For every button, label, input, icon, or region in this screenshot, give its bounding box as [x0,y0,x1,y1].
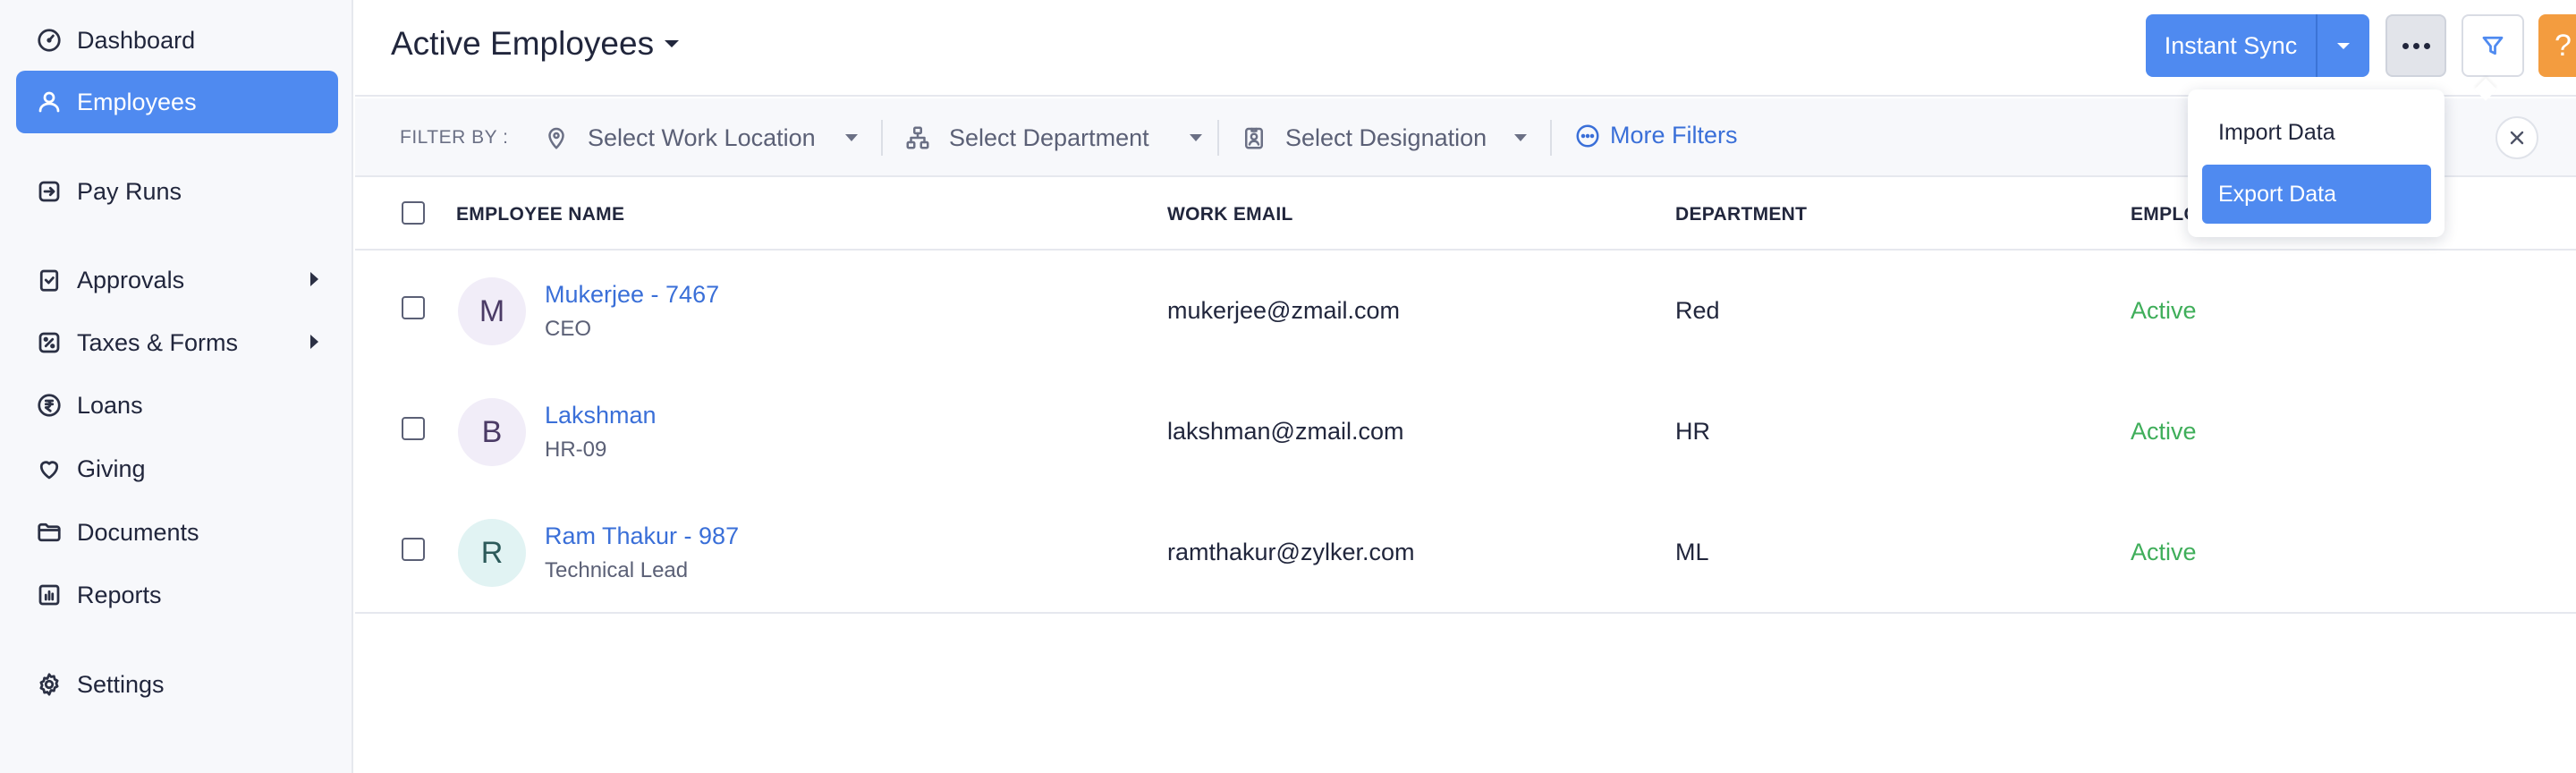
sidebar-item-reports[interactable]: Reports [16,564,338,626]
instant-sync-split-button: Instant Sync [2146,14,2369,77]
approval-icon [34,265,64,295]
row-checkbox[interactable] [402,417,425,440]
sidebar-item-label: Taxes & Forms [77,328,239,356]
avatar: R [458,519,526,587]
sidebar-item-documents[interactable]: Documents [16,501,338,564]
employee-department: HR [1675,418,1710,445]
reports-icon [34,580,64,610]
sidebar-item-employees[interactable]: Employees [16,71,338,133]
divider [1217,120,1219,156]
status-badge: Active [2131,418,2197,445]
gear-icon [34,669,64,700]
avatar: B [458,398,526,466]
sidebar-item-label: Dashboard [77,26,196,54]
chevron-right-icon [310,272,318,286]
filter-by-label: FILTER BY : [400,127,509,148]
instant-sync-dropdown-button[interactable] [2318,14,2369,77]
designation-filter-label: Select Designation [1285,123,1487,151]
designation-filter[interactable]: Select Designation [1241,115,1527,161]
work-location-filter[interactable]: Select Work Location [543,115,858,161]
sidebar-item-approvals[interactable]: Approvals [16,249,338,311]
sidebar-item-label: Settings [77,670,165,698]
sidebar-item-giving[interactable]: Giving [16,437,338,500]
caret-down-icon [2337,42,2350,49]
avatar: M [458,277,526,345]
employee-department: Red [1675,297,1720,324]
folder-icon [34,517,64,548]
menu-item-export-data[interactable]: Export Data [2202,165,2431,224]
column-header-department[interactable]: DEPARTMENT [1675,204,1807,225]
funnel-icon [2482,36,2504,55]
caret-down-icon [845,134,858,141]
employee-email: lakshman@zmail.com [1167,418,1404,445]
sidebar-item-taxes-forms[interactable]: Taxes & Forms [16,311,338,374]
close-filter-button[interactable] [2496,116,2538,159]
employee-email: mukerjee@zmail.com [1167,297,1400,324]
menu-item-import-data[interactable]: Import Data [2202,103,2431,162]
column-header-work-email[interactable]: WORK EMAIL [1167,204,1293,225]
sidebar-item-label: Documents [77,518,199,546]
work-location-filter-label: Select Work Location [588,123,816,151]
caret-down-icon [665,40,680,47]
divider [355,612,2576,614]
dashboard-icon [34,25,64,55]
divider [881,120,883,156]
employee-designation: HR-09 [545,437,607,462]
table-row[interactable]: B Lakshman HR-09 lakshman@zmail.com HR A… [355,371,2576,492]
row-checkbox[interactable] [402,538,425,561]
sidebar-item-loans[interactable]: Loans [16,374,338,437]
caret-down-icon [1514,134,1527,141]
heart-icon [34,454,64,484]
department-filter[interactable]: Select Department [904,115,1202,161]
status-badge: Active [2131,297,2197,324]
sidebar-item-settings[interactable]: Settings [16,653,338,716]
more-circle-icon [1576,124,1599,147]
table-row[interactable]: M Mukerjee - 7467 CEO mukerjee@zmail.com… [355,251,2576,371]
more-actions-menu: Import Data Export Data [2188,89,2445,237]
table-row[interactable]: R Ram Thakur - 987 Technical Lead ramtha… [355,492,2576,613]
employee-name-link[interactable]: Ram Thakur - 987 [545,522,739,550]
more-actions-button[interactable] [2385,14,2446,77]
sidebar-item-label: Giving [77,454,146,482]
sidebar-item-label: Approvals [77,266,185,293]
more-filters-link[interactable]: More Filters [1574,122,1738,149]
help-button[interactable]: ? [2538,14,2576,77]
department-filter-label: Select Department [949,123,1149,151]
select-all-checkbox[interactable] [402,201,425,225]
id-badge-icon [1245,127,1263,149]
sidebar: Dashboard Employees Pay Runs Approvals T… [0,0,353,773]
rupee-icon [34,390,64,420]
status-badge: Active [2131,539,2197,565]
employee-name-link[interactable]: Mukerjee - 7467 [545,281,719,309]
instant-sync-button[interactable]: Instant Sync [2146,14,2318,77]
more-filters-label: More Filters [1610,122,1738,149]
location-pin-icon [548,127,564,149]
caret-down-icon [1190,134,1202,141]
employee-name-link[interactable]: Lakshman [545,402,657,429]
chevron-right-icon [310,335,318,349]
sidebar-item-label: Reports [77,581,162,608]
sidebar-item-pay-runs[interactable]: Pay Runs [16,160,338,223]
page-title: Active Employees [391,25,655,62]
filter-toggle-button[interactable] [2462,14,2524,77]
payrun-icon [34,176,64,207]
sidebar-item-label: Employees [77,88,197,115]
org-chart-icon [906,126,929,149]
employee-designation: Technical Lead [545,558,689,582]
employee-designation: CEO [545,317,592,341]
close-icon [2510,131,2524,145]
divider [1550,120,1552,156]
column-header-employee-name[interactable]: EMPLOYEE NAME [456,204,624,225]
more-dots-icon [2402,42,2409,49]
person-icon [34,87,64,117]
view-selector[interactable]: Active Employees [391,25,680,63]
row-checkbox[interactable] [402,296,425,319]
sidebar-item-label: Loans [77,391,143,419]
employee-department: ML [1675,539,1709,565]
tax-icon [34,327,64,358]
sidebar-item-label: Pay Runs [77,177,182,205]
sidebar-item-dashboard[interactable]: Dashboard [16,9,338,72]
employee-email: ramthakur@zylker.com [1167,539,1415,565]
